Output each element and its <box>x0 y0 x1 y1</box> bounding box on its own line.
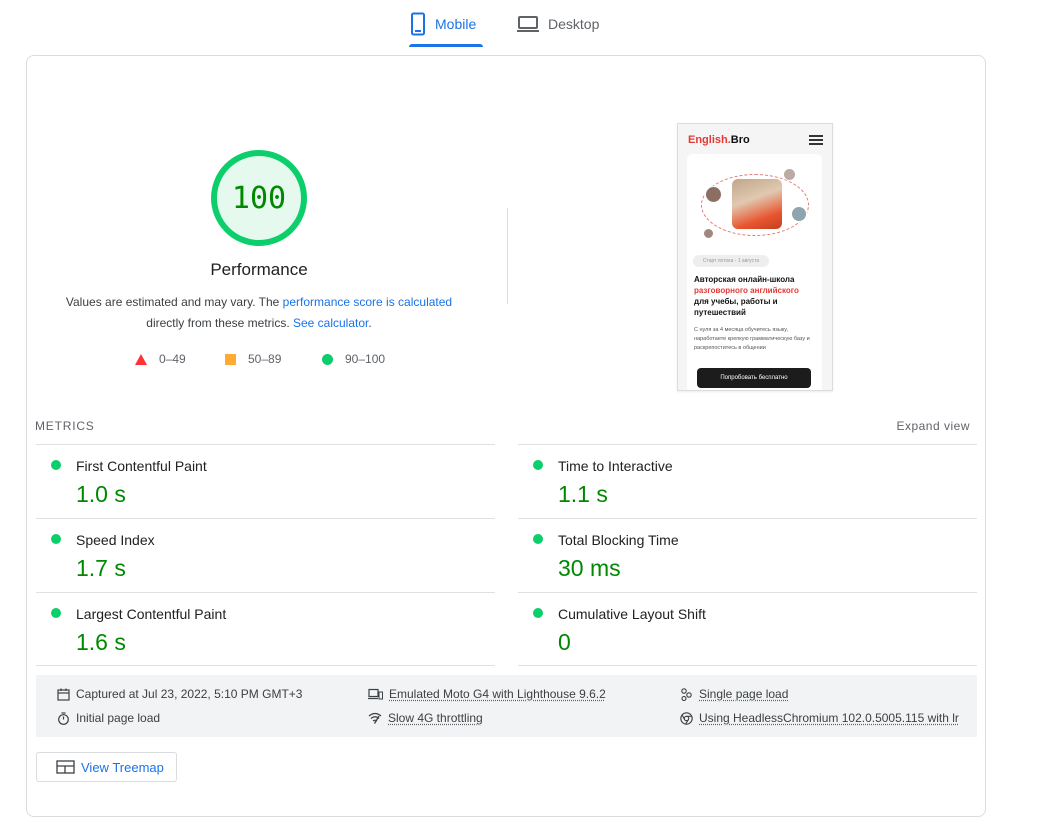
metric-title: Cumulative Layout Shift <box>558 606 706 622</box>
metric-title: Total Blocking Time <box>558 532 679 548</box>
captured-at: Captured at Jul 23, 2022, 5:10 PM GMT+3 <box>57 687 302 701</box>
avatar <box>783 168 796 181</box>
hero-photo <box>732 179 782 229</box>
metric-value: 0 <box>558 629 571 656</box>
metric-value: 1.1 s <box>558 481 608 508</box>
treemap-icon <box>56 760 75 774</box>
browser-version[interactable]: Using HeadlessChromium 102.0.5005.115 wi… <box>680 711 959 725</box>
pass-circle-icon <box>51 460 61 470</box>
tab-desktop[interactable]: Desktop <box>516 0 599 48</box>
desc-suffix: . <box>368 316 371 330</box>
site-logo: English.Bro <box>688 134 750 146</box>
metric-value: 1.0 s <box>76 481 126 508</box>
view-treemap-button[interactable]: View Treemap <box>36 752 177 782</box>
site-hero: Старт потока - 1 августа Авторская онлай… <box>687 154 822 391</box>
stopwatch-icon <box>57 712 70 725</box>
view-treemap-label: View Treemap <box>81 760 164 775</box>
chrome-icon <box>680 712 693 725</box>
final-screenshot[interactable]: English.Bro Старт потока - 1 августа Авт… <box>677 123 833 391</box>
pass-circle-icon <box>51 534 61 544</box>
average-square-icon <box>225 354 236 365</box>
metric-title: Time to Interactive <box>558 458 673 474</box>
metrics-header: METRICS <box>35 419 95 433</box>
metric-value: 1.6 s <box>76 629 126 656</box>
avatar <box>791 206 807 222</box>
start-badge: Старт потока - 1 августа <box>693 255 769 267</box>
avatar <box>705 186 722 203</box>
mobile-icon <box>409 12 427 36</box>
desc-prefix: Values are estimated and may vary. The <box>66 295 283 309</box>
metric-total-blocking-time: Total Blocking Time 30 ms <box>518 518 977 593</box>
tab-desktop-label: Desktop <box>548 16 599 32</box>
legend-average-label: 50–89 <box>248 352 281 366</box>
initial-page-load: Initial page load <box>57 711 160 725</box>
site-body-text: С нуля за 4 месяца обучитесь языку, нара… <box>694 326 818 353</box>
tab-mobile-label: Mobile <box>435 16 476 32</box>
active-tab-indicator <box>409 44 483 47</box>
calendar-icon <box>57 688 70 701</box>
single-page-load[interactable]: Single page load <box>680 687 788 701</box>
report-card: 100 Performance Values are estimated and… <box>26 55 986 817</box>
metric-value: 1.7 s <box>76 555 126 582</box>
metrics-divider <box>36 665 495 666</box>
wifi-icon <box>368 712 382 724</box>
site-cta-button: Попробовать бесплатно <box>697 368 811 388</box>
desktop-icon <box>516 15 540 33</box>
emulated-device[interactable]: Emulated Moto G4 with Lighthouse 9.6.2 <box>368 687 606 701</box>
pass-circle-icon <box>533 608 543 618</box>
pass-circle-icon <box>51 608 61 618</box>
pass-circle-icon <box>533 534 543 544</box>
legend-pass-label: 90–100 <box>345 352 385 366</box>
performance-score: 100 <box>209 148 309 248</box>
metric-title: Largest Contentful Paint <box>76 606 226 622</box>
site-headline: Авторская онлайн-школа разговорного англи… <box>694 274 818 318</box>
hamburger-menu-icon <box>809 135 823 146</box>
desc-middle: directly from these metrics. <box>146 316 293 330</box>
expand-view-toggle[interactable]: Expand view <box>896 419 970 433</box>
pass-circle-icon <box>322 354 333 365</box>
device-tabs: Mobile Desktop <box>0 0 1010 50</box>
metric-first-contentful-paint: First Contentful Paint 1.0 s <box>36 444 495 519</box>
metric-title: First Contentful Paint <box>76 458 207 474</box>
tab-mobile[interactable]: Mobile <box>409 0 476 48</box>
see-calculator-link[interactable]: See calculator <box>293 316 368 330</box>
pass-circle-icon <box>533 460 543 470</box>
legend-fail-label: 0–49 <box>159 352 186 366</box>
legend-pass: 90–100 <box>322 352 385 366</box>
runtime-settings: Captured at Jul 23, 2022, 5:10 PM GMT+3 … <box>36 675 977 737</box>
devices-icon <box>368 688 383 700</box>
metric-largest-contentful-paint: Largest Contentful Paint 1.6 s <box>36 592 495 667</box>
metric-speed-index: Speed Index 1.7 s <box>36 518 495 593</box>
fail-triangle-icon <box>135 354 147 365</box>
person-icon <box>680 688 693 701</box>
metric-cumulative-layout-shift: Cumulative Layout Shift 0 <box>518 592 977 667</box>
metric-title: Speed Index <box>76 532 155 548</box>
legend-average: 50–89 <box>225 352 281 366</box>
score-calculation-link[interactable]: performance score is calculated <box>283 295 452 309</box>
legend-fail: 0–49 <box>135 352 186 366</box>
vertical-divider <box>507 208 508 304</box>
metrics-divider <box>518 665 977 666</box>
metric-time-to-interactive: Time to Interactive 1.1 s <box>518 444 977 519</box>
network-throttling[interactable]: Slow 4G throttling <box>368 711 483 725</box>
performance-title: Performance <box>107 260 411 280</box>
metric-value: 30 ms <box>558 555 621 582</box>
performance-description: Values are estimated and may vary. The p… <box>57 292 461 334</box>
avatar <box>703 228 714 239</box>
